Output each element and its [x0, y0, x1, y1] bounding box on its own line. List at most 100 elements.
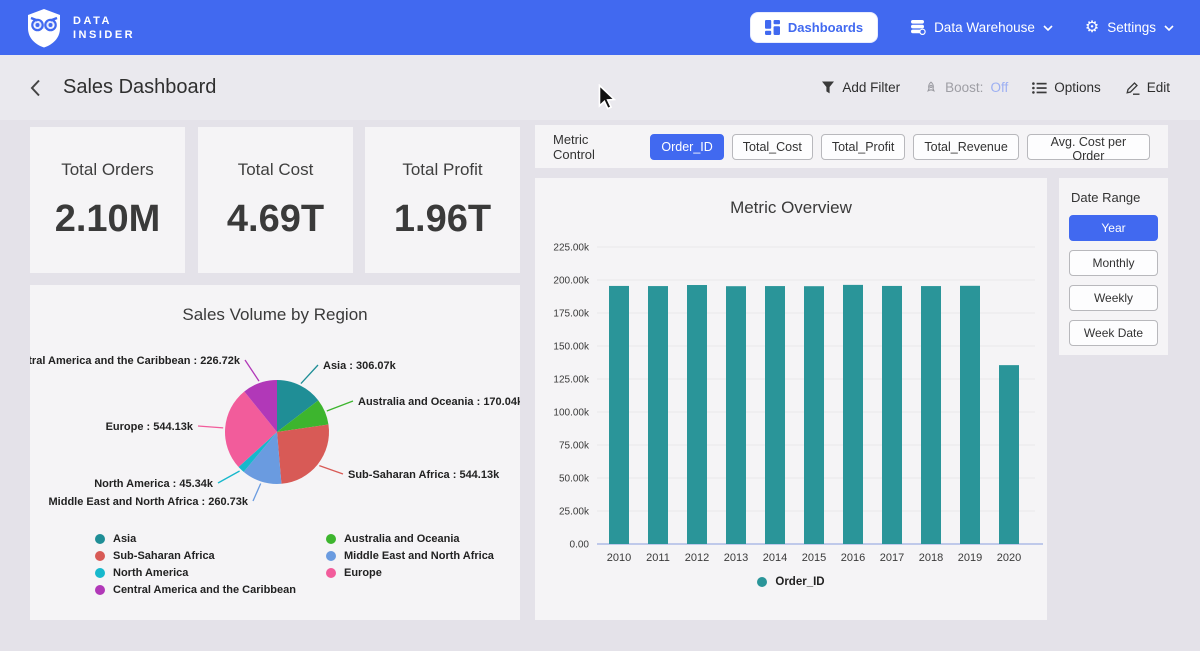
date-range-button[interactable]: Monthly [1069, 250, 1158, 276]
legend-dot [326, 551, 336, 561]
metric-option-button[interactable]: Total_Revenue [913, 134, 1018, 160]
x-axis-tick-label: 2015 [802, 552, 826, 564]
legend-item: Europe [326, 567, 494, 579]
pie-slice-label: Middle East and North Africa : 260.73k [49, 496, 249, 508]
metric-option-button[interactable]: Avg. Cost per Order [1027, 134, 1150, 160]
legend-dot [95, 568, 105, 578]
brand-line-1: DATA [73, 14, 135, 28]
y-axis-tick-label: 125.00k [553, 375, 590, 386]
chevron-down-icon [1164, 25, 1174, 31]
legend-item: North America [95, 567, 296, 579]
legend-item: Sub-Saharan Africa [95, 550, 296, 562]
legend-item: Middle East and North Africa [326, 550, 494, 562]
metric-option-button[interactable]: Order_ID [650, 134, 723, 160]
x-axis-tick-label: 2019 [958, 552, 982, 564]
pie-chart-title: Sales Volume by Region [30, 285, 520, 325]
bar[interactable] [648, 286, 668, 544]
add-filter-label: Add Filter [842, 80, 900, 95]
legend-dot [326, 568, 336, 578]
y-axis-tick-label: 50.00k [559, 474, 590, 485]
filter-funnel-icon [821, 81, 835, 94]
pie-slice-label: North America : 45.34k [94, 478, 214, 490]
legend-dot [326, 534, 336, 544]
kpi-label: Total Orders [61, 160, 154, 180]
dashboard-grid-icon [765, 20, 780, 35]
legend-dot [95, 585, 105, 595]
x-axis-tick-label: 2017 [880, 552, 904, 564]
pie-slice-label: Europe : 544.13k [106, 421, 194, 433]
date-range-label: Date Range [1071, 190, 1158, 205]
legend-item: Central America and the Caribbean [95, 584, 296, 596]
legend-dot [95, 551, 105, 561]
kpi-card: Total Profit1.96T [365, 127, 520, 273]
gear-icon: ⚙ [1085, 20, 1099, 36]
pie-slice-label: Asia : 306.07k [323, 360, 397, 372]
back-arrow-icon[interactable] [30, 79, 41, 97]
boost-state: Off [990, 80, 1008, 95]
metric-control-buttons: Order_ID Total_Cost Total_Profit Total_Reve… [650, 134, 1150, 160]
pie-chart-card: Sales Volume by Region Asia : 306.07k Aus… [30, 285, 520, 620]
x-axis-tick-label: 2010 [607, 552, 631, 564]
bar[interactable] [843, 285, 863, 544]
bar[interactable] [882, 286, 902, 544]
date-range-button[interactable]: Year [1069, 215, 1158, 241]
y-axis-tick-label: 200.00k [553, 276, 590, 287]
bar[interactable] [999, 365, 1019, 544]
date-range-button[interactable]: Week Date [1069, 320, 1158, 346]
nav-data-warehouse-label: Data Warehouse [934, 20, 1035, 35]
legend-dot [757, 577, 767, 587]
legend-label: Asia [113, 533, 136, 545]
options-label: Options [1054, 80, 1101, 95]
y-axis-tick-label: 175.00k [553, 309, 590, 320]
kpi-value: 4.69T [227, 198, 324, 241]
pie-slice[interactable] [277, 425, 329, 484]
nav-dashboards-button[interactable]: Dashboards [750, 12, 878, 43]
top-navbar: DATA INSIDER Dashboards [0, 0, 1200, 55]
nav-settings[interactable]: ⚙ Settings [1085, 20, 1174, 36]
y-axis-tick-label: 150.00k [553, 342, 590, 353]
bar[interactable] [726, 286, 746, 544]
boost-label: Boost: [945, 80, 983, 95]
nav-data-warehouse[interactable]: Data Warehouse [910, 20, 1053, 35]
bar[interactable] [765, 286, 785, 544]
brand-line-2: INSIDER [73, 28, 135, 42]
add-filter-button[interactable]: Add Filter [821, 80, 900, 95]
options-list-icon [1032, 82, 1047, 94]
y-axis-tick-label: 225.00k [553, 243, 590, 254]
nav-dashboards-label: Dashboards [788, 20, 863, 35]
pie-slice-label: Australia and Oceania : 170.04k [358, 396, 520, 408]
bar[interactable] [687, 285, 707, 544]
date-range-buttons: Year Monthly Weekly Week Date [1069, 215, 1158, 346]
nav-right: Dashboards Data Warehouse ⚙ Settings [750, 12, 1174, 43]
kpi-card: Total Orders 2.10M [30, 127, 185, 273]
x-axis-tick-label: 2011 [646, 552, 670, 564]
header-actions: Add Filter Boost: Off Options [821, 80, 1170, 95]
date-range-button[interactable]: Weekly [1069, 285, 1158, 311]
legend-item: Australia and Oceania [326, 533, 494, 545]
page-title: Sales Dashboard [63, 76, 216, 99]
y-axis-tick-label: 75.00k [559, 441, 590, 452]
edit-button[interactable]: Edit [1125, 80, 1170, 95]
kpi-value: 2.10M [55, 198, 161, 241]
bar[interactable] [960, 286, 980, 544]
brand-text: DATA INSIDER [73, 14, 135, 42]
pie-slice-label: Central America and the Caribbean : 226.… [30, 355, 241, 367]
legend-label: North America [113, 567, 188, 579]
y-axis-tick-label: 0.00 [570, 540, 590, 551]
kpi-label: Total Profit [402, 160, 482, 180]
metric-option-button[interactable]: Total_Profit [821, 134, 906, 160]
legend-label: Europe [344, 567, 382, 579]
brand: DATA INSIDER [26, 8, 135, 48]
metric-option-button[interactable]: Total_Cost [732, 134, 813, 160]
bar-chart[interactable]: 225.00k200.00k175.00k150.00k125.00k100.0… [535, 223, 1047, 575]
bar[interactable] [921, 286, 941, 544]
x-axis-tick-label: 2016 [841, 552, 865, 564]
boost-toggle[interactable]: Boost: Off [924, 80, 1008, 95]
options-button[interactable]: Options [1032, 80, 1101, 95]
x-axis-tick-label: 2018 [919, 552, 943, 564]
bar[interactable] [609, 286, 629, 544]
pie-chart[interactable]: Asia : 306.07k Australia and Oceania : 17… [30, 337, 520, 527]
legend-item: Asia [95, 533, 296, 545]
legend-label: Middle East and North Africa [344, 550, 494, 562]
bar[interactable] [804, 286, 824, 544]
